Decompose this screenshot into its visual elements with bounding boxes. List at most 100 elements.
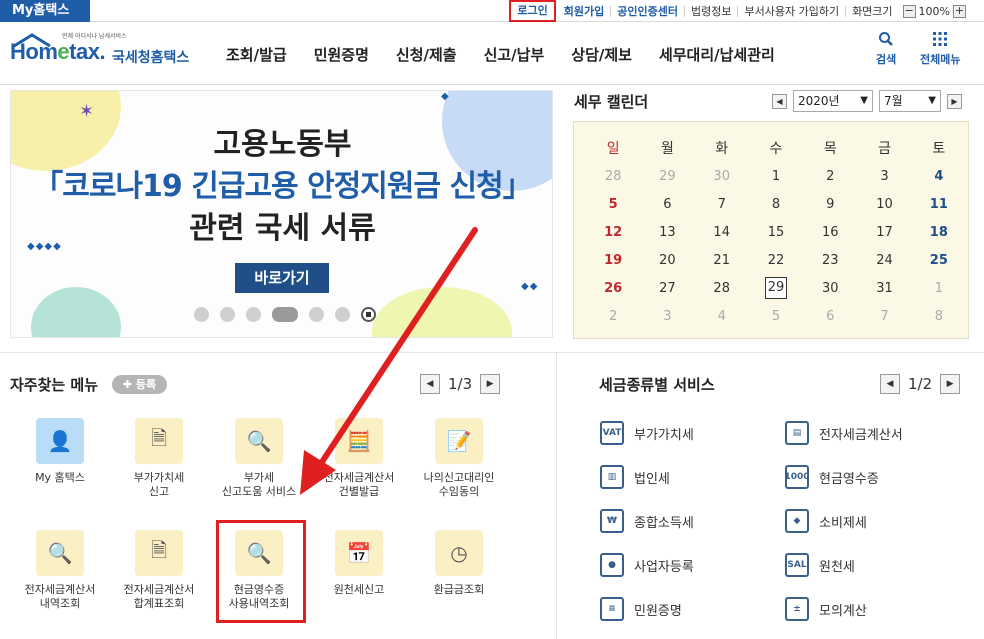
calendar-day[interactable]: 5 (586, 190, 640, 218)
frequent-next-button[interactable]: ▶ (480, 374, 501, 394)
calendar-day[interactable]: 16 (803, 218, 857, 246)
dept-user-signup-link[interactable]: 부서사용자 가입하기 (738, 5, 847, 17)
frequent-menu-item[interactable]: 🔍 부가세 신고도움 서비스 (209, 418, 309, 499)
tax-service-item[interactable]: ▤ 전자세금계산서 (785, 421, 903, 445)
calendar-day[interactable]: 8 (912, 302, 966, 330)
tax-service-item[interactable]: ◆ 소비제세 (785, 509, 867, 533)
tax-service-item[interactable]: SAL 원천세 (785, 553, 855, 577)
frequent-menu-item[interactable]: ◷ 환급금조회 (409, 530, 509, 597)
frequent-menu-item[interactable]: 🧮 전자세금계산서 건별발급 (309, 418, 409, 499)
zoom-out-button[interactable]: − (902, 4, 916, 18)
calendar-day[interactable]: 13 (640, 218, 694, 246)
law-info-link[interactable]: 법령정보 (685, 5, 739, 17)
search-button[interactable]: 검색 (876, 31, 896, 67)
calendar-day[interactable]: 5 (749, 302, 803, 330)
calendar-day[interactable]: 3 (640, 302, 694, 330)
frequent-menu-label: 전자세금계산서 내역조회 (10, 583, 110, 611)
banner-dot-active[interactable] (272, 307, 298, 322)
calendar-day[interactable]: 10 (857, 190, 911, 218)
tax-service-item[interactable]: ≡ 민원증명 (600, 597, 682, 621)
myhometax-link[interactable]: My홈택스 (0, 0, 90, 22)
frequent-menu-item[interactable]: 🗎 부가가치세 신고 (109, 418, 209, 499)
tax-next-button[interactable]: ▶ (940, 374, 961, 394)
calendar-next-button[interactable]: ▶ (947, 93, 962, 109)
tax-service-item[interactable]: ₩ 종합소득세 (600, 509, 694, 533)
banner-dot[interactable] (335, 307, 350, 322)
calendar-day[interactable]: 12 (586, 218, 640, 246)
calendar-day[interactable]: 27 (640, 274, 694, 302)
calendar-day[interactable]: 9 (803, 190, 857, 218)
frequent-menu-item[interactable]: 📝 나의신고대리인 수임동의 (409, 418, 509, 499)
nav-civil-cert[interactable]: 민원증명 (314, 44, 369, 65)
tax-prev-button[interactable]: ◀ (880, 374, 900, 394)
nav-consult-report[interactable]: 상담/제보 (571, 44, 632, 65)
calendar-day[interactable]: 25 (912, 246, 966, 274)
frequent-menu-item[interactable]: 👤 My 홈택스 (10, 418, 110, 485)
nav-inquiry-issue[interactable]: 조회/발급 (226, 44, 287, 65)
calendar-prev-button[interactable]: ◀ (772, 93, 787, 109)
calendar-day[interactable]: 1 (749, 162, 803, 190)
promo-banner[interactable]: ✶ ◆◆◆◆ ◆ ◆◆ 고용노동부 「코로나19 긴급고용 안정지원금 신청」 … (10, 90, 553, 338)
calendar-day[interactable]: 28 (695, 274, 749, 302)
calendar-day[interactable]: 28 (586, 162, 640, 190)
calendar-day[interactable]: 29 (749, 274, 803, 302)
tax-service-item[interactable]: ± 모의계산 (785, 597, 867, 621)
signup-link[interactable]: 회원가입 (558, 5, 612, 17)
calendar-day[interactable]: 26 (586, 274, 640, 302)
calendar-day[interactable]: 23 (803, 246, 857, 274)
calendar-day[interactable]: 31 (857, 274, 911, 302)
hometax-logo[interactable]: 언제 어디서나 납세서비스 Hometax. 국세청홈택스 (10, 31, 200, 71)
calendar-day[interactable]: 3 (857, 162, 911, 190)
calendar-day[interactable]: 7 (857, 302, 911, 330)
calendar-day[interactable]: 14 (695, 218, 749, 246)
tax-service-item[interactable]: VAT 부가가치세 (600, 421, 694, 445)
cert-center-link[interactable]: 공인인증센터 (611, 5, 685, 17)
calendar-day[interactable]: 30 (803, 274, 857, 302)
calendar-day[interactable]: 30 (695, 162, 749, 190)
banner-dot[interactable] (246, 307, 261, 322)
banner-stop-button[interactable] (361, 307, 376, 322)
register-button[interactable]: ✚ 등록 (112, 375, 167, 394)
calendar-day[interactable]: 29 (640, 162, 694, 190)
frequent-prev-button[interactable]: ◀ (420, 374, 440, 394)
nav-report-pay[interactable]: 신고/납부 (484, 44, 545, 65)
calendar-day[interactable]: 7 (695, 190, 749, 218)
year-select[interactable]: 2020년 ▼ (793, 90, 873, 112)
calendar-day[interactable]: 2 (803, 162, 857, 190)
calendar-day[interactable]: 8 (749, 190, 803, 218)
banner-dot[interactable] (309, 307, 324, 322)
calendar-day[interactable]: 6 (640, 190, 694, 218)
calendar-day[interactable]: 4 (695, 302, 749, 330)
calendar-day[interactable]: 15 (749, 218, 803, 246)
month-select[interactable]: 7월 ▼ (879, 90, 941, 112)
search-icon (876, 31, 896, 51)
weekday-header: 목 (823, 141, 837, 157)
banner-go-button[interactable]: 바로가기 (235, 263, 329, 293)
nav-apply-submit[interactable]: 신청/제출 (396, 44, 457, 65)
tax-service-item[interactable]: ● 사업자등록 (600, 553, 694, 577)
calendar-day[interactable]: 4 (912, 162, 966, 190)
all-menu-button[interactable]: 전체메뉴 (920, 31, 960, 67)
frequent-menu-item[interactable]: 🔍 전자세금계산서 내역조회 (10, 530, 110, 611)
calendar-day[interactable]: 11 (912, 190, 966, 218)
tax-service-item[interactable]: 1000 현금영수증 (784, 465, 879, 489)
calendar-day[interactable]: 19 (586, 246, 640, 274)
tax-service-item[interactable]: ▥ 법인세 (600, 465, 670, 489)
frequent-menu-item[interactable]: 📅 원천세신고 (309, 530, 409, 597)
nav-tax-agent[interactable]: 세무대리/납세관리 (659, 44, 775, 65)
frequent-menu-item[interactable]: 🗎 전자세금계산서 합계표조회 (109, 530, 209, 611)
frequent-menu-label: 전자세금계산서 건별발급 (309, 471, 409, 499)
banner-dot[interactable] (220, 307, 235, 322)
calendar-day[interactable]: 21 (695, 246, 749, 274)
calendar-day[interactable]: 17 (857, 218, 911, 246)
calendar-day[interactable]: 2 (586, 302, 640, 330)
calendar-day[interactable]: 18 (912, 218, 966, 246)
calendar-day[interactable]: 6 (803, 302, 857, 330)
banner-dot[interactable] (194, 307, 209, 322)
calendar-day[interactable]: 22 (749, 246, 803, 274)
calendar-day[interactable]: 24 (857, 246, 911, 274)
calendar-day[interactable]: 1 (912, 274, 966, 302)
login-link[interactable]: 로그인 (509, 0, 556, 22)
zoom-in-button[interactable]: + (953, 4, 966, 18)
calendar-day[interactable]: 20 (640, 246, 694, 274)
